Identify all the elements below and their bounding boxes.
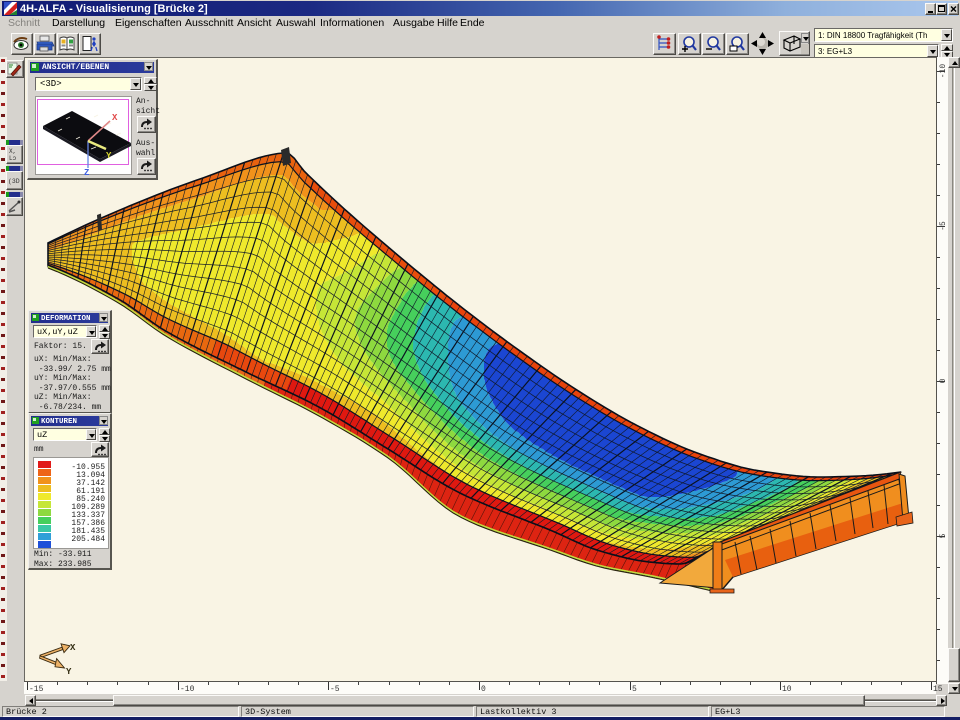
svg-text:X: X (112, 113, 118, 123)
svg-text:-10: -10 (939, 64, 948, 79)
svg-text:5: 5 (939, 533, 948, 538)
svg-text:Z: Z (84, 168, 89, 176)
svg-text:-5: -5 (939, 221, 948, 231)
svg-text:0: 0 (939, 378, 948, 383)
svg-text:Y: Y (66, 667, 72, 677)
svg-text:X: X (70, 643, 76, 653)
svg-text:Y: Y (106, 151, 112, 161)
